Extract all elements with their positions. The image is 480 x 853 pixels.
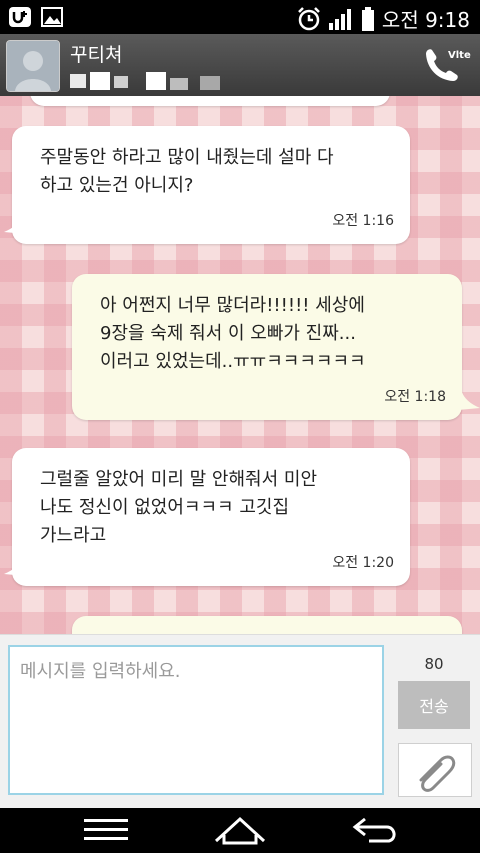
menu-button[interactable] [76, 812, 136, 848]
navigation-bar [0, 808, 480, 853]
signal-icon [328, 8, 351, 30]
status-bar: 오전 9:18 [0, 0, 480, 34]
call-button[interactable]: Vlte [418, 40, 474, 90]
send-button[interactable]: 전송 [398, 681, 470, 729]
attach-button[interactable] [398, 743, 472, 797]
message-text: 주말동안 하라고 많이 내줬는데 설마 다 하고 있는건 아니지? [40, 147, 334, 196]
home-icon [214, 816, 266, 845]
message-bubble-incoming[interactable]: 그럴줄 알았어 미리 말 안해줘서 미안 나도 정신이 없었어ㅋㅋㅋ 고깃집 가… [12, 448, 410, 586]
message-text: 그럴줄 알았어 미리 말 안해줘서 미안 나도 정신이 없었어ㅋㅋㅋ 고깃집 가… [40, 469, 318, 546]
avatar[interactable] [6, 40, 60, 92]
bubble-tail [4, 216, 26, 234]
message-time: 오전 1:16 [332, 213, 394, 229]
phone-lte-icon: Vlte [426, 49, 471, 81]
message-bubble-incoming[interactable]: 주말동안 하라고 많이 내줬는데 설마 다 하고 있는건 아니지? 오전 1:1… [12, 126, 410, 244]
back-icon [352, 817, 396, 843]
bubble-tail [458, 392, 480, 410]
bubble-tail [4, 558, 26, 576]
call-label: Vlte [448, 50, 471, 61]
contact-name: 꾸티쳐 [70, 44, 123, 66]
previous-message-bubble-edge [30, 96, 390, 106]
message-text: 아 어쩐지 너무 많더라!!!!!! 세상에 9장을 숙제 줘서 이 오빠가 진… [100, 295, 366, 372]
paperclip-icon [419, 755, 456, 792]
redacted-mosaic [70, 72, 220, 90]
alarm-icon [298, 6, 320, 30]
message-composer: 80 전송 [0, 634, 480, 809]
status-time: 오전 9:18 [381, 8, 470, 32]
chat-area[interactable]: 주말동안 하라고 많이 내줬는데 설마 다 하고 있는건 아니지? 오전 1:1… [0, 96, 480, 634]
message-time: 오전 1:20 [332, 555, 394, 571]
message-input[interactable] [8, 645, 384, 795]
gallery-icon [41, 7, 63, 27]
message-time: 오전 1:18 [384, 389, 446, 405]
default-avatar-icon [7, 41, 59, 91]
home-button[interactable] [210, 812, 270, 848]
menu-icon [84, 819, 128, 840]
next-message-bubble-edge [72, 616, 462, 634]
message-bubble-outgoing[interactable]: 아 어쩐지 너무 많더라!!!!!! 세상에 9장을 숙제 줘서 이 오빠가 진… [72, 274, 462, 420]
char-counter: 80 [424, 655, 444, 673]
back-button[interactable] [346, 812, 406, 848]
u-plus-logo-icon [9, 7, 31, 27]
chat-header: 꾸티쳐 Vlte [0, 34, 480, 98]
battery-icon [361, 6, 374, 31]
